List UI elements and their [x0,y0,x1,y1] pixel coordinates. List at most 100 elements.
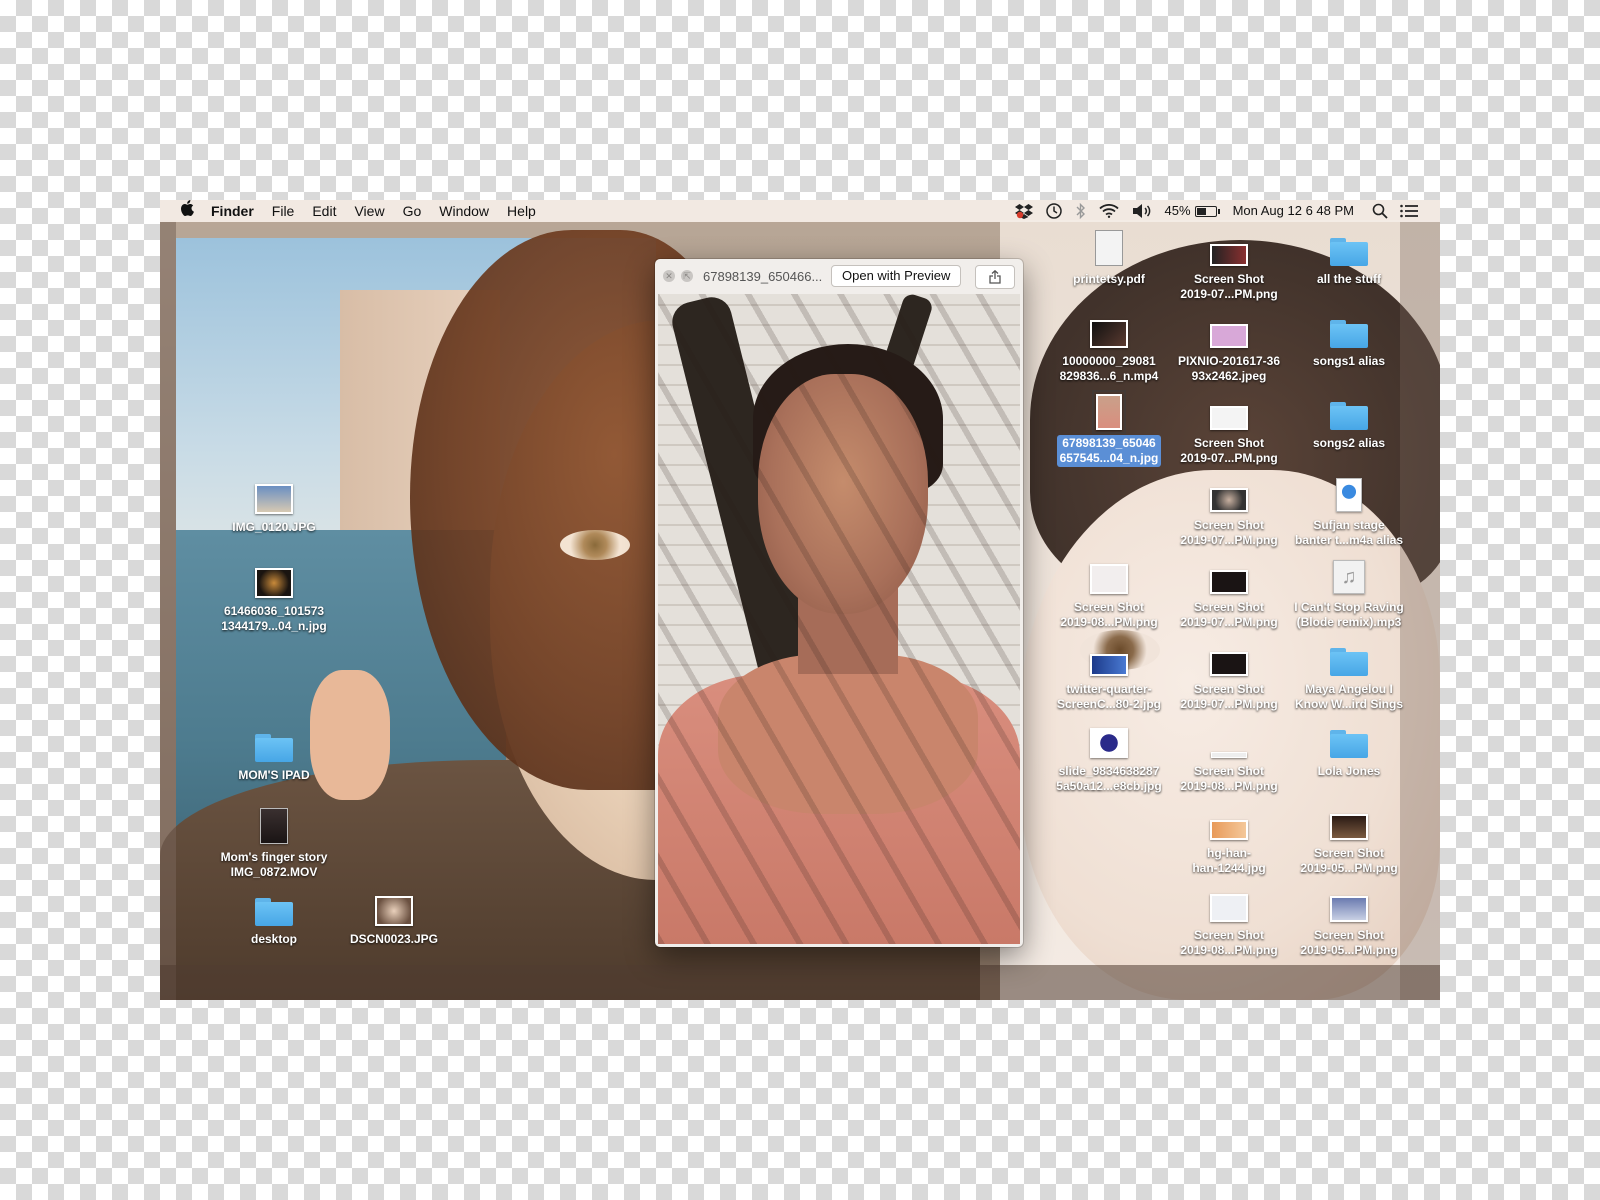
icon-label: Mom's finger story IMG_0872.MOV [220,850,328,879]
desktop-icon-screenshot-2019-08-b[interactable]: Screen Shot 2019-08...PM.png [1167,722,1291,795]
desktop-icon-img-0120[interactable]: IMG_0120.JPG [212,478,336,536]
menu-clock[interactable]: Mon Aug 12 6 48 PM [1223,200,1366,222]
desktop-icon-printetsy-pdf[interactable]: printetsy.pdf [1047,230,1171,288]
wifi-icon[interactable] [1093,204,1125,218]
folder-icon [212,890,336,926]
image-file-icon [1167,476,1291,512]
spotlight-icon[interactable] [1366,203,1394,219]
desktop-icon-twitter-quarter[interactable]: twitter-quarter- ScreenC...80-2.jpg [1047,640,1171,713]
folder-alias-icon [1287,312,1411,348]
quicklook-title: 67898139_650466... [703,268,823,284]
desktop-icon-screenshot-2019-07-e[interactable]: Screen Shot 2019-07...PM.png [1167,640,1291,713]
menu-edit[interactable]: Edit [303,200,345,222]
icon-label: Screen Shot 2019-07...PM.png [1180,518,1278,547]
icon-label: slide_9834638287 5a50a12...e8cb.jpg [1056,764,1162,793]
battery-icon [1194,205,1220,217]
desktop-icon-screenshot-2019-07-b[interactable]: Screen Shot 2019-07...PM.png [1167,394,1291,467]
desktop-icon-mp4-10000000[interactable]: 10000000_29081 829836...6_n.mp4 [1047,312,1171,385]
menu-bar: Finder File Edit View Go Window Help 45% [160,200,1440,222]
icon-label: Screen Shot 2019-07...PM.png [1180,682,1278,711]
share-icon[interactable] [975,265,1015,289]
folder-icon [212,726,336,762]
menu-extras: 45% Mon Aug 12 6 48 PM [1009,200,1440,222]
desktop-icon-songs2-alias[interactable]: songs2 alias [1287,394,1411,452]
desktop-icon-67898139-selected[interactable]: 67898139_65046 657545...04_n.jpg [1047,390,1171,467]
icon-label: Screen Shot 2019-07...PM.png [1180,436,1278,465]
desktop-icon-hg-han-han[interactable]: hg-han- han-1244.jpg [1167,804,1291,877]
desktop-icon-cant-stop-raving-mp3[interactable]: ♫ I Can't Stop Raving (Blode remix).mp3 [1287,558,1411,631]
desktop-icon-lola-jones[interactable]: Lola Jones [1287,722,1411,780]
image-file-icon [1167,804,1291,840]
video-file-icon [1047,312,1171,348]
wallpaper-eye-left [560,530,630,560]
desktop-icon-screenshot-2019-05-a[interactable]: Screen Shot 2019-05...PM.png [1287,804,1411,877]
desktop-icon-moms-ipad[interactable]: MOM'S IPAD [212,726,336,784]
open-with-preview-button[interactable]: Open with Preview [831,265,962,287]
quicklook-window[interactable]: ✕ ⇱ 67898139_650466... Open with Preview [655,259,1023,947]
menu-view[interactable]: View [345,200,393,222]
bluetooth-icon[interactable] [1069,203,1093,219]
desktop-icon-screenshot-2019-08-a[interactable]: Screen Shot 2019-08...PM.png [1047,558,1171,631]
wallpaper-shade [160,965,1440,1000]
desktop-icon-screenshot-2019-07-a[interactable]: Screen Shot 2019-07...PM.png [1167,230,1291,303]
icon-label: Screen Shot 2019-08...PM.png [1180,764,1278,793]
image-file-icon [1167,558,1291,594]
desktop-icon-slide-9834638287[interactable]: slide_9834638287 5a50a12...e8cb.jpg [1047,722,1171,795]
folder-alias-icon [1287,394,1411,430]
notification-center-icon[interactable] [1394,204,1440,218]
icon-label: all the stuff [1316,272,1381,286]
desktop-icon-dscn0023[interactable]: DSCN0023.JPG [332,890,456,948]
desktop-icon-desktop-folder[interactable]: desktop [212,890,336,948]
desktop-icon-maya-angelou[interactable]: Maya Angelou I Know W...ird Sings [1287,640,1411,713]
icon-label: PIXNIO-201617-36 93x2462.jpeg [1177,354,1281,383]
image-file-icon [1167,886,1291,922]
menu-window[interactable]: Window [430,200,498,222]
image-file-icon [1047,722,1171,758]
icon-label: Sufjan stage banter t...m4a alias [1294,518,1404,547]
desktop-icon-61466036[interactable]: 61466036_101573 1344179...04_n.jpg [212,562,336,635]
battery-indicator[interactable]: 45% [1159,200,1223,222]
icon-label: 10000000_29081 829836...6_n.mp4 [1059,354,1159,383]
desktop-icon-songs1-alias[interactable]: songs1 alias [1287,312,1411,370]
icon-label: Screen Shot 2019-05...PM.png [1300,846,1398,875]
icon-label: Screen Shot 2019-05...PM.png [1300,928,1398,957]
desktop-icon-screenshot-2019-07-d[interactable]: Screen Shot 2019-07...PM.png [1167,558,1291,631]
folder-icon [1287,230,1411,266]
desktop-icon-sufjan-stage-banter[interactable]: Sufjan stage banter t...m4a alias [1287,476,1411,549]
folder-icon [1287,640,1411,676]
wallpaper-shade [160,220,176,1000]
icon-label: 61466036_101573 1344179...04_n.jpg [221,604,327,633]
time-machine-icon[interactable] [1039,202,1069,220]
menu-go[interactable]: Go [394,200,431,222]
desktop-icon-pixnio[interactable]: PIXNIO-201617-36 93x2462.jpeg [1167,312,1291,385]
desktop-icon-moms-finger-story[interactable]: Mom's finger story IMG_0872.MOV [212,808,336,881]
image-file-icon [1167,640,1291,676]
desktop-icon-screenshot-2019-05-b[interactable]: Screen Shot 2019-05...PM.png [1287,886,1411,959]
desktop-icon-screenshot-2019-08-c[interactable]: Screen Shot 2019-08...PM.png [1167,886,1291,959]
image-file-icon [1167,394,1291,430]
apple-menu-icon[interactable] [160,200,202,222]
dropbox-icon[interactable] [1009,203,1039,219]
desktop-icon-screenshot-2019-07-c[interactable]: Screen Shot 2019-07...PM.png [1167,476,1291,549]
image-file-icon [1047,558,1171,594]
icon-label: DSCN0023.JPG [349,932,439,946]
icon-label: Screen Shot 2019-07...PM.png [1180,600,1278,629]
icon-label: hg-han- han-1244.jpg [1192,846,1266,875]
image-file-icon [212,478,336,514]
icon-label: Screen Shot 2019-08...PM.png [1180,928,1278,957]
icon-label: Screen Shot 2019-08...PM.png [1060,600,1158,629]
desktop-icon-all-the-stuff[interactable]: all the stuff [1287,230,1411,288]
quicklook-preview-image [658,294,1020,944]
menu-file[interactable]: File [263,200,304,222]
icon-label: songs2 alias [1312,436,1386,450]
menu-app-name[interactable]: Finder [202,200,263,222]
fullscreen-icon[interactable]: ⇱ [681,270,693,282]
image-file-icon [1047,390,1171,434]
battery-percent: 45% [1164,203,1191,218]
icon-label: Screen Shot 2019-07...PM.png [1180,272,1278,301]
volume-icon[interactable] [1125,203,1159,219]
image-file-icon [1167,230,1291,266]
image-file-icon [1287,886,1411,922]
menu-help[interactable]: Help [498,200,545,222]
close-icon[interactable]: ✕ [663,270,675,282]
